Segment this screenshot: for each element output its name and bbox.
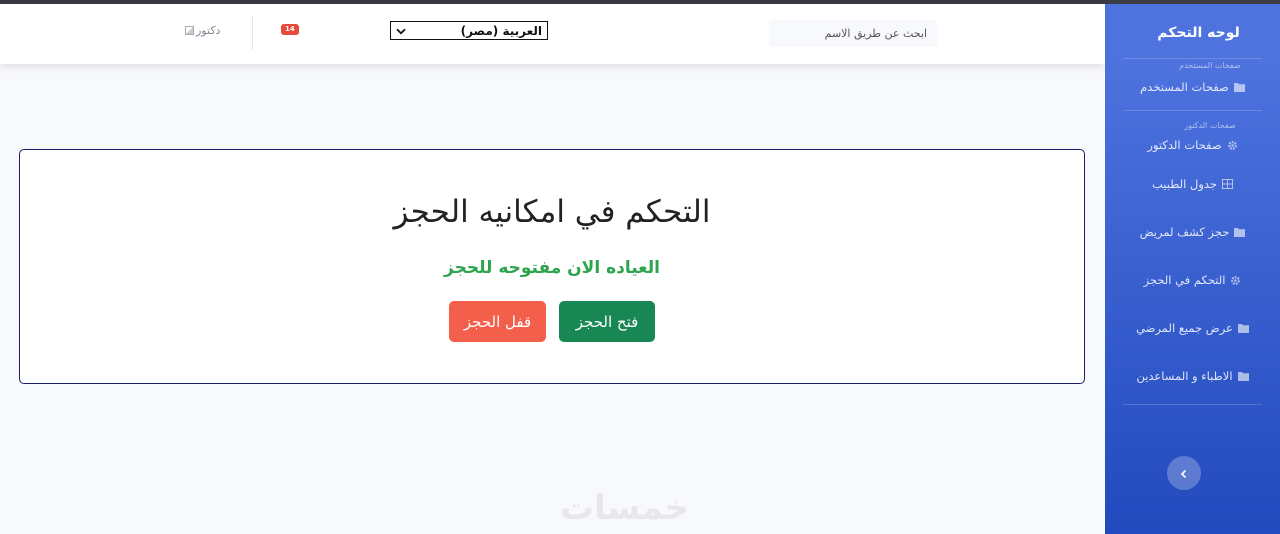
close-booking-button[interactable]: قفل الحجز <box>449 301 546 342</box>
sidebar-item-label: عرض جميع المرضي <box>1136 321 1233 335</box>
user-avatar[interactable]: دكتور <box>185 24 220 37</box>
sidebar-item-label: التحكم في الحجز <box>1143 273 1226 287</box>
chevron-down-icon <box>396 24 406 38</box>
sidebar-brand-label: لوحه التحكم <box>1157 25 1240 41</box>
sidebar-item-label: صفحات الدكتور <box>1147 138 1222 152</box>
search-input[interactable]: ابحث عن طريق الاسم <box>769 20 937 47</box>
sidebar-item-booking-control[interactable]: التحكم في الحجز <box>1105 256 1280 304</box>
table-icon <box>1222 179 1234 190</box>
sidebar-divider <box>1123 110 1262 111</box>
chevron-left-icon <box>1179 464 1189 483</box>
sidebar-item-book-patient[interactable]: حجز كشف لمريض <box>1105 208 1280 256</box>
folder-icon <box>1234 227 1246 238</box>
user-avatar-alt: دكتور <box>196 24 221 37</box>
sidebar: لوحه التحكم صفحات المستخدم صفحات المستخد… <box>1105 4 1280 534</box>
search-placeholder: ابحث عن طريق الاسم <box>824 27 927 40</box>
folder-icon <box>1237 371 1249 382</box>
page-title: التحكم في امكانيه الحجز <box>393 194 711 230</box>
watermark-logo: خمسات <box>560 488 689 528</box>
folder-icon <box>1233 82 1245 93</box>
broken-image-icon <box>185 26 194 35</box>
sidebar-item-user-pages[interactable]: صفحات المستخدم <box>1105 70 1280 104</box>
language-select[interactable]: العربية (مصر) <box>390 21 548 40</box>
notification-badge[interactable]: 14 <box>281 24 299 35</box>
sidebar-item-doctor-schedule[interactable]: جدول الطبيب <box>1105 160 1280 208</box>
booking-status-text: العياده الان مفتوحه للحجز <box>444 258 660 278</box>
sidebar-heading-doctor: صفحات الدكتور <box>1184 121 1236 130</box>
sidebar-item-doctors-assistants[interactable]: الاطباء و المساعدين <box>1105 352 1280 400</box>
sidebar-toggle-button[interactable] <box>1167 456 1201 490</box>
sidebar-item-doctor-pages[interactable]: صفحات الدكتور <box>1105 130 1280 160</box>
gear-icon <box>1227 140 1238 151</box>
open-booking-button[interactable]: فتح الحجز <box>559 301 655 342</box>
sidebar-item-label: صفحات المستخدم <box>1140 80 1229 94</box>
sidebar-item-label: الاطباء و المساعدين <box>1136 369 1233 383</box>
folder-icon <box>1237 323 1249 334</box>
sidebar-item-label: جدول الطبيب <box>1151 177 1218 191</box>
booking-control-card: التحكم في امكانيه الحجز العياده الان مفت… <box>19 149 1085 384</box>
sidebar-divider <box>1123 404 1262 405</box>
language-select-value: العربية (مصر) <box>460 23 542 38</box>
sidebar-item-all-patients[interactable]: عرض جميع المرضي <box>1105 304 1280 352</box>
topbar-divider <box>252 16 253 50</box>
sidebar-item-label: حجز كشف لمريض <box>1139 225 1230 239</box>
gear-icon <box>1230 275 1241 286</box>
sidebar-heading-user: صفحات المستخدم <box>1179 61 1241 70</box>
sidebar-brand[interactable]: لوحه التحكم <box>1105 4 1280 62</box>
topbar: ابحث عن طريق الاسم العربية (مصر) 14 دكتو… <box>0 4 1105 64</box>
